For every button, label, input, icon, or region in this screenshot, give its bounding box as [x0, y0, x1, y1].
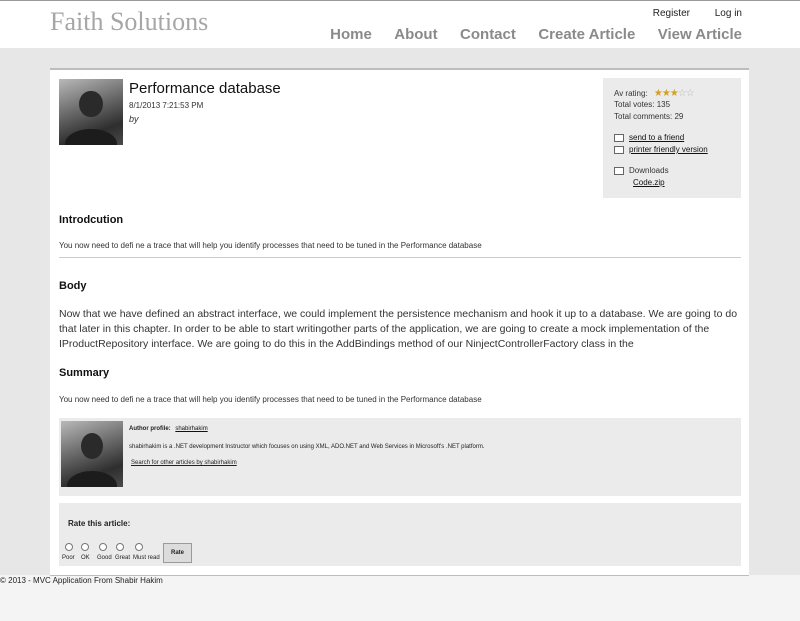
summary-heading: Summary	[59, 367, 110, 379]
code-zip-link[interactable]: Code.zip	[633, 178, 665, 187]
star-icon: ★	[669, 88, 679, 99]
author-photo	[59, 79, 123, 145]
site-title[interactable]: Faith Solutions	[50, 7, 208, 37]
star-empty-icon: ☆	[677, 88, 687, 99]
rate-button[interactable]: Rate	[163, 543, 192, 563]
author-profile-line: Author profile: shabirhakim	[129, 426, 208, 432]
footer-text: © 2013 - MVC Application From Shabir Hak…	[0, 576, 163, 585]
rate-label-good: Good	[97, 555, 112, 561]
author-profile-photo	[61, 421, 123, 487]
send-to-friend-link[interactable]: send to a friend	[629, 133, 684, 142]
author-profile-label: Author profile:	[129, 426, 171, 432]
article-content: Performance database 8/1/2013 7:21:53 PM…	[50, 68, 749, 576]
article-sidebar: Av rating: ★★★☆☆ Total votes: 135 Total …	[603, 78, 741, 198]
star-rating: ★★★☆☆	[653, 88, 695, 99]
summary-text: You now need to defi ne a trace that wil…	[59, 395, 482, 404]
author-name-link[interactable]: shabirhakim	[175, 426, 207, 432]
printer-friendly-link[interactable]: printer friendly version	[629, 145, 708, 154]
rate-title: Rate this article:	[68, 519, 131, 528]
rate-poor-radio[interactable]	[65, 543, 73, 551]
intro-heading: Introdcution	[59, 214, 124, 226]
printer-row: printer friendly version	[614, 145, 708, 154]
rating-row: Av rating: ★★★☆☆	[614, 88, 695, 99]
author-profile-box: Author profile: shabirhakim shabirhakim …	[59, 418, 741, 496]
rate-great-radio[interactable]	[116, 543, 124, 551]
article-title: Performance database	[129, 80, 281, 97]
download-icon	[614, 166, 624, 175]
main-nav: Home About Contact Create Article View A…	[312, 26, 742, 44]
register-link[interactable]: Register	[653, 8, 690, 19]
star-icon: ★	[653, 88, 663, 99]
account-links: Register Log in	[631, 8, 742, 19]
nav-contact[interactable]: Contact	[460, 26, 516, 43]
nav-home[interactable]: Home	[330, 26, 372, 43]
article-byline: by	[129, 114, 139, 124]
downloads-row: Downloads	[614, 166, 669, 175]
rate-label-poor: Poor	[62, 555, 75, 561]
rate-must-read-radio[interactable]	[135, 543, 143, 551]
total-comments: Total comments: 29	[614, 112, 684, 121]
rating-label: Av rating:	[614, 89, 648, 98]
nav-create-article[interactable]: Create Article	[538, 26, 635, 43]
author-bio: shabirhakim is a .NET development Instru…	[129, 444, 485, 450]
article-date: 8/1/2013 7:21:53 PM	[129, 101, 204, 110]
nav-about[interactable]: About	[394, 26, 437, 43]
login-link[interactable]: Log in	[715, 8, 742, 19]
star-empty-icon: ☆	[685, 88, 695, 99]
rate-label-great: Great	[115, 555, 131, 561]
rate-good-radio[interactable]	[99, 543, 107, 551]
printer-icon	[614, 145, 624, 154]
envelope-icon	[614, 133, 624, 142]
rate-article-box: Rate this article: Poor OK Good Great Mu…	[59, 503, 741, 566]
rate-label-must-read: Must read	[133, 555, 160, 561]
star-icon: ★	[661, 88, 671, 99]
total-votes: Total votes: 135	[614, 100, 671, 109]
body-heading: Body	[59, 280, 87, 292]
send-friend-row: send to a friend	[614, 133, 684, 142]
section-divider	[59, 257, 741, 258]
body-text: Now that we have defined an abstract int…	[59, 308, 738, 350]
downloads-label: Downloads	[629, 166, 669, 175]
rate-label-ok: OK	[81, 555, 90, 561]
intro-text: You now need to defi ne a trace that wil…	[59, 241, 482, 250]
rate-ok-radio[interactable]	[81, 543, 89, 551]
header: Faith Solutions Register Log in Home Abo…	[0, 0, 800, 49]
search-author-articles-link[interactable]: Search for other articles by shabirhakim	[131, 460, 237, 466]
nav-view-article[interactable]: View Article	[658, 26, 742, 43]
